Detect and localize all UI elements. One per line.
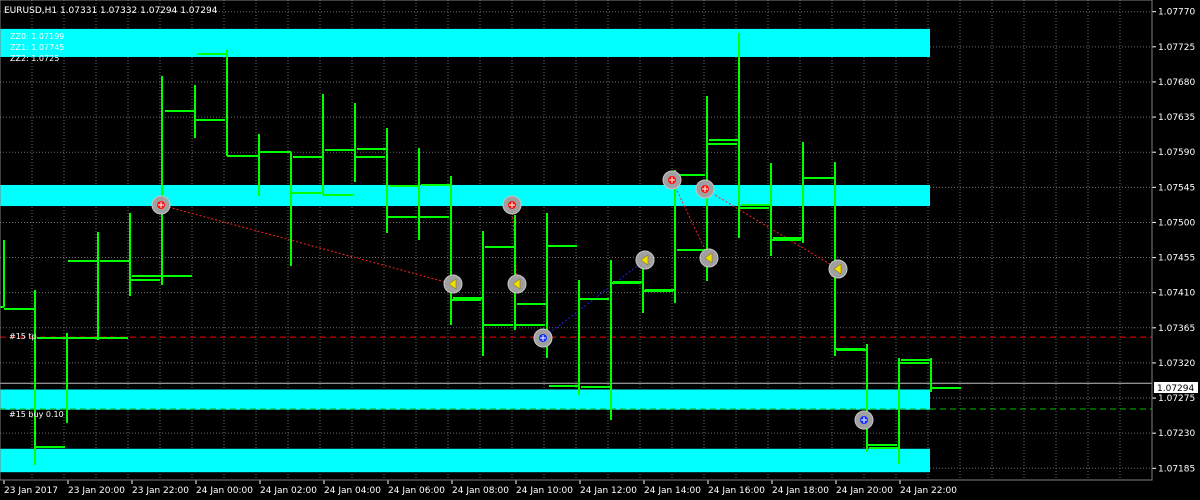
- ohlc-bar: [100, 213, 160, 296]
- price-tick-label: 1.07275: [1158, 394, 1195, 404]
- time-tick-label: 24 Jan 20:00: [836, 486, 893, 496]
- cyan-zone: [0, 28, 930, 45]
- time-tick-label: 23 Jan 20:00: [68, 486, 125, 496]
- price-tick-label: 1.07500: [1158, 218, 1195, 228]
- close-signal-icon: [699, 248, 719, 268]
- price-tick-label: 1.07590: [1158, 148, 1195, 158]
- time-tick-label: 24 Jan 22:00: [900, 486, 957, 496]
- ohlc-bar: [357, 128, 417, 233]
- time-tick-label: 24 Jan 00:00: [196, 486, 253, 496]
- ohlc-bar: [0, 240, 34, 310]
- ohlc-bar: [293, 94, 353, 196]
- price-tick-label: 1.07230: [1158, 429, 1195, 439]
- ohlc-bar: [165, 85, 225, 138]
- zigzag-label-2: ZZ2: 1.0725: [10, 54, 59, 63]
- sell-signal-icon: [502, 195, 522, 215]
- time-tick-label: 24 Jan 16:00: [708, 486, 765, 496]
- cyan-zones: [0, 28, 930, 473]
- close-signal-icon: [635, 250, 655, 270]
- zigzag-label-1: ZZ1: 1.07745: [10, 43, 64, 52]
- zigzag-label-0: ZZ0: 1.07199: [10, 32, 64, 41]
- price-tick-label: 1.07185: [1158, 464, 1195, 474]
- time-tick-label: 23 Jan 22:00: [132, 486, 189, 496]
- cyan-zone: [0, 389, 930, 410]
- cyan-zone: [0, 448, 930, 473]
- ohlc-bar: [261, 151, 321, 266]
- time-tick-label: 24 Jan 06:00: [388, 486, 445, 496]
- price-tick-label: 1.07455: [1158, 254, 1195, 264]
- time-tick-label: 24 Jan 18:00: [772, 486, 829, 496]
- time-tick-label: 23 Jan 2017: [4, 486, 58, 496]
- time-axis: 23 Jan 2017 23 Jan 20:00 23 Jan 22:00 24 Ja…: [3, 480, 957, 496]
- symbol-header: EURUSD,H1 1.07331 1.07332 1.07294 1.0729…: [4, 6, 218, 16]
- current-price-label: 1.07294: [1157, 384, 1194, 394]
- cyan-zone: [0, 184, 930, 207]
- time-tick-label: 24 Jan 02:00: [260, 486, 317, 496]
- time-tick-label: 24 Jan 10:00: [516, 486, 573, 496]
- ohlc-bar: [709, 33, 769, 238]
- sell-signal-icon: [151, 195, 171, 215]
- ohlc-bar: [68, 232, 128, 340]
- chart-window[interactable]: 1.07770 1.07725 1.07680 1.07635 1.07590 1.075…: [0, 0, 1200, 500]
- ohlc-bar: [741, 163, 801, 256]
- order-tp-label: #15 tp: [9, 332, 37, 341]
- close-signal-icon: [507, 274, 527, 294]
- time-tick-label: 24 Jan 04:00: [324, 486, 381, 496]
- order-buy-label: #15 buy 0.10: [9, 410, 64, 419]
- close-signal-icon: [443, 274, 463, 294]
- time-tick-label: 24 Jan 14:00: [644, 486, 701, 496]
- sell-signal-icon: [695, 179, 715, 199]
- price-tick-label: 1.07320: [1158, 359, 1195, 369]
- price-tick-label: 1.07365: [1158, 324, 1195, 334]
- price-chart[interactable]: 1.07770 1.07725 1.07680 1.07635 1.07590 1.075…: [0, 0, 1200, 500]
- ohlc-bar: [197, 50, 257, 157]
- sell-signal-icon: [662, 170, 682, 190]
- buy-signal-icon: [854, 410, 874, 430]
- buy-signal-icon: [533, 328, 553, 348]
- ohlc-bar: [485, 215, 545, 330]
- ohlc-bar: [132, 76, 192, 285]
- price-tick-label: 1.07635: [1158, 113, 1195, 123]
- price-axis: 1.07770 1.07725 1.07680 1.07635 1.07590 1.075…: [1152, 8, 1195, 474]
- ohlc-bar: [869, 358, 929, 464]
- time-tick-label: 24 Jan 08:00: [452, 486, 509, 496]
- price-tick-label: 1.07545: [1158, 183, 1195, 193]
- ohlc-bar: [325, 103, 385, 182]
- price-tick-label: 1.07725: [1158, 43, 1195, 53]
- price-tick-label: 1.07770: [1158, 8, 1195, 18]
- ohlc-bar: [5, 290, 65, 465]
- close-signal-icon: [828, 259, 848, 279]
- price-tick-label: 1.07410: [1158, 289, 1195, 299]
- cyan-zone: [0, 42, 930, 57]
- time-tick-label: 24 Jan 12:00: [580, 486, 637, 496]
- price-tick-label: 1.07680: [1158, 78, 1195, 88]
